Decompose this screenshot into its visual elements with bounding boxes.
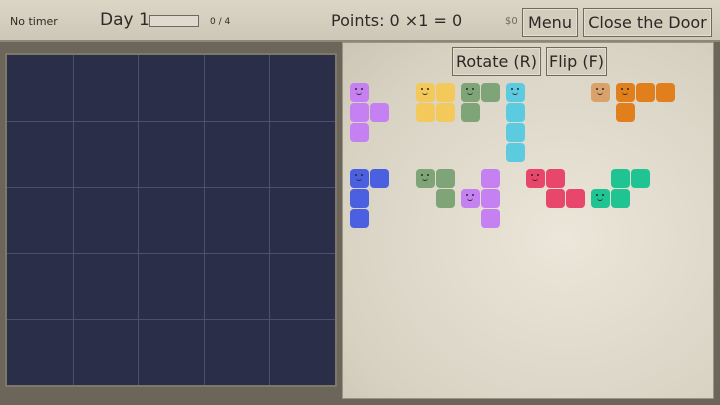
smile-icon (512, 92, 518, 95)
piece-cell[interactable] (461, 103, 480, 122)
piece-cell[interactable] (616, 103, 635, 122)
piece-cell[interactable] (370, 169, 389, 188)
smile-icon (597, 198, 603, 201)
board-gridline-horizontal (7, 121, 335, 122)
piece-cell[interactable] (566, 189, 585, 208)
piece-cell[interactable] (656, 83, 675, 102)
piece-face-cell[interactable] (506, 83, 525, 102)
board-gridline-vertical (73, 55, 74, 385)
piece-cell[interactable] (636, 83, 655, 102)
top-bar: No timer Day 1 0 / 4 Points: 0 ×1 = 0 $0… (0, 0, 720, 42)
smile-icon (356, 178, 362, 181)
day-progress-bar (149, 15, 199, 27)
piece-face-cell[interactable] (350, 83, 369, 102)
piece-cell[interactable] (436, 83, 455, 102)
board-gridline-vertical (269, 55, 270, 385)
smile-icon (532, 178, 538, 181)
piece-cell[interactable] (611, 189, 630, 208)
board-gridline-horizontal (7, 187, 335, 188)
piece-cell[interactable] (546, 169, 565, 188)
piece-cell[interactable] (506, 103, 525, 122)
menu-button[interactable]: Menu (522, 8, 578, 37)
smile-icon (597, 92, 603, 95)
piece-face-cell[interactable] (461, 189, 480, 208)
smile-icon (422, 178, 428, 181)
piece-cell[interactable] (481, 169, 500, 188)
placement-board[interactable] (5, 53, 337, 387)
piece-cell[interactable] (631, 169, 650, 188)
flip-button[interactable]: Flip (F) (546, 47, 607, 76)
piece-cell[interactable] (481, 83, 500, 102)
piece-cell[interactable] (350, 189, 369, 208)
board-gridline-horizontal (7, 319, 335, 320)
rotate-button[interactable]: Rotate (R) (452, 47, 541, 76)
board-gridline-vertical (138, 55, 139, 385)
board-gridline-vertical (204, 55, 205, 385)
money-display: $0 (505, 16, 518, 27)
piece-cell[interactable] (370, 103, 389, 122)
piece-cell[interactable] (611, 169, 630, 188)
piece-cell[interactable] (546, 189, 565, 208)
smile-icon (467, 92, 473, 95)
piece-cell[interactable] (481, 189, 500, 208)
piece-cell[interactable] (481, 209, 500, 228)
smile-icon (467, 198, 473, 201)
piece-face-cell[interactable] (591, 189, 610, 208)
board-gridline-horizontal (7, 253, 335, 254)
piece-cell[interactable] (350, 209, 369, 228)
piece-cell[interactable] (350, 123, 369, 142)
piece-cell[interactable] (436, 189, 455, 208)
piece-face-cell[interactable] (616, 83, 635, 102)
smile-icon (622, 92, 628, 95)
timer-label: No timer (10, 15, 58, 28)
piece-cell[interactable] (436, 169, 455, 188)
piece-cell[interactable] (350, 103, 369, 122)
piece-face-cell[interactable] (416, 83, 435, 102)
piece-face-cell[interactable] (461, 83, 480, 102)
close-door-button[interactable]: Close the Door (583, 8, 712, 37)
day-label: Day 1 (100, 10, 150, 30)
piece-face-cell[interactable] (416, 169, 435, 188)
piece-cell[interactable] (506, 123, 525, 142)
piece-cell[interactable] (436, 103, 455, 122)
points-display: Points: 0 ×1 = 0 (331, 11, 463, 30)
smile-icon (356, 92, 362, 95)
piece-face-cell[interactable] (591, 83, 610, 102)
piece-cell[interactable] (416, 103, 435, 122)
smile-icon (422, 92, 428, 95)
day-progress-count: 0 / 4 (210, 17, 231, 27)
piece-face-cell[interactable] (526, 169, 545, 188)
piece-cell[interactable] (506, 143, 525, 162)
piece-face-cell[interactable] (350, 169, 369, 188)
